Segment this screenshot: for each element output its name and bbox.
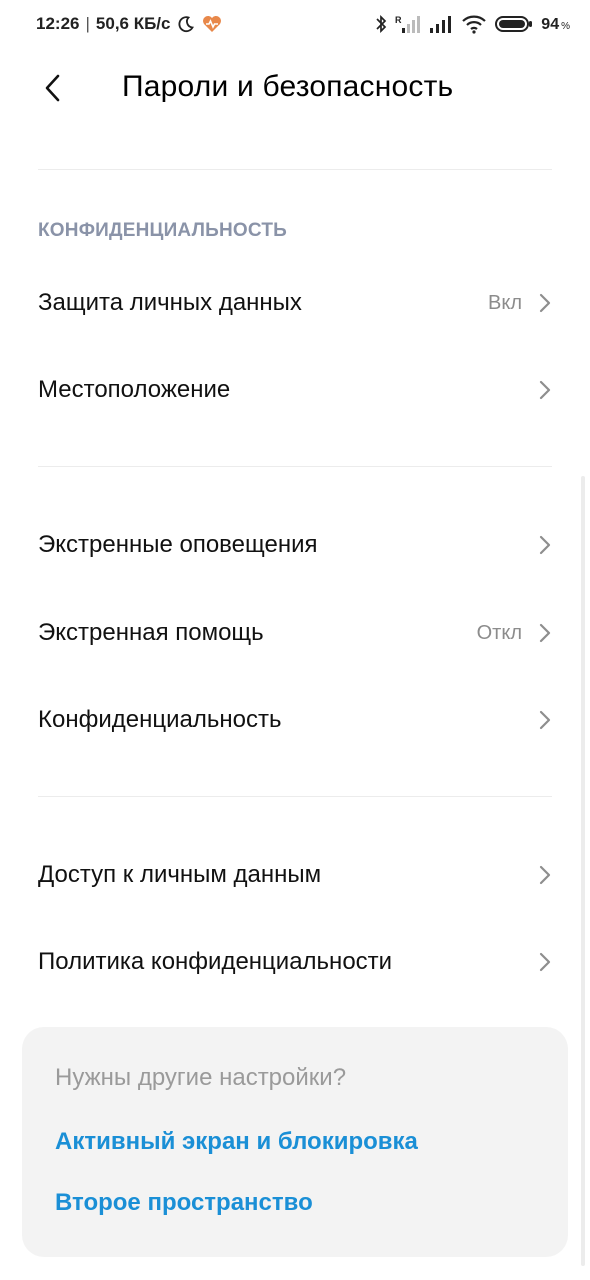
status-bar-left: 12:26 | 50,6 КБ/с: [36, 14, 223, 34]
row-right: [538, 534, 552, 556]
row-privacy[interactable]: Конфиденциальность: [0, 680, 590, 760]
row-label: Экстренные оповещения: [38, 531, 318, 558]
bluetooth-icon: [375, 14, 387, 34]
chevron-right-icon: [538, 379, 552, 401]
row-label: Местоположение: [38, 376, 231, 403]
divider: [38, 169, 552, 170]
screen: 12:26 | 50,6 КБ/с R 94 % Пароли и безопа…: [0, 0, 590, 1280]
row-emergency-sos[interactable]: Экстренная помощь Откл: [0, 593, 590, 673]
status-bar-right: R 94%: [375, 14, 570, 34]
divider: [38, 466, 552, 467]
suggestion-card-title: Нужны другие настройки?: [55, 1064, 347, 1091]
svg-text:R: R: [395, 15, 402, 25]
row-label: Конфиденциальность: [38, 706, 282, 733]
row-value: Откл: [476, 621, 522, 644]
row-value: Вкл: [488, 291, 522, 314]
section-header-privacy: КОНФИДЕНЦИАЛЬНОСТЬ: [38, 220, 287, 241]
scrollbar[interactable]: [581, 476, 585, 1266]
link-lock-screen[interactable]: Активный экран и блокировка: [55, 1128, 418, 1156]
moon-icon: [177, 15, 195, 33]
row-right: [538, 951, 552, 973]
row-emergency-alerts[interactable]: Экстренные оповещения: [0, 505, 590, 585]
chevron-right-icon: [538, 292, 552, 314]
header: Пароли и безопасность: [0, 56, 590, 120]
row-privacy-policy[interactable]: Политика конфиденциальности: [0, 922, 590, 1002]
row-right: [538, 379, 552, 401]
page-title: Пароли и безопасность: [122, 70, 454, 103]
divider: [38, 796, 552, 797]
network-speed: 50,6 КБ/с: [95, 14, 171, 33]
chevron-right-icon: [538, 622, 552, 644]
row-label: Доступ к личным данным: [38, 861, 322, 888]
battery-level: 94%: [541, 14, 570, 34]
wifi-icon: [461, 14, 487, 34]
row-label: Политика конфиденциальности: [38, 948, 393, 975]
battery-icon: [495, 14, 533, 34]
row-personal-data-access[interactable]: Доступ к личным данным: [0, 835, 590, 915]
separator: |: [85, 14, 90, 33]
back-button[interactable]: [34, 68, 70, 108]
row-location[interactable]: Местоположение: [0, 350, 590, 430]
row-right: Откл: [477, 622, 552, 645]
battery-level-unit: %: [561, 21, 570, 32]
row-personal-data-protection[interactable]: Защита личных данных Вкл: [0, 263, 590, 343]
row-right: Вкл: [488, 292, 552, 315]
clock: 12:26: [36, 14, 80, 33]
signal-roaming-icon: R: [395, 14, 421, 34]
health-icon: [201, 14, 223, 34]
chevron-right-icon: [538, 864, 552, 886]
chevron-right-icon: [538, 709, 552, 731]
battery-level-value: 94: [541, 16, 560, 33]
signal-icon: [429, 14, 453, 34]
row-label: Защита личных данных: [38, 289, 302, 316]
back-arrow-icon: [43, 73, 61, 103]
row-label: Экстренная помощь: [38, 619, 264, 646]
chevron-right-icon: [538, 951, 552, 973]
link-second-space[interactable]: Второе пространство: [55, 1189, 313, 1217]
suggestion-card: Нужны другие настройки? Активный экран и…: [22, 1027, 568, 1257]
row-right: [538, 709, 552, 731]
row-right: [538, 864, 552, 886]
status-bar: 12:26 | 50,6 КБ/с R 94 %: [0, 0, 590, 48]
chevron-right-icon: [538, 534, 552, 556]
